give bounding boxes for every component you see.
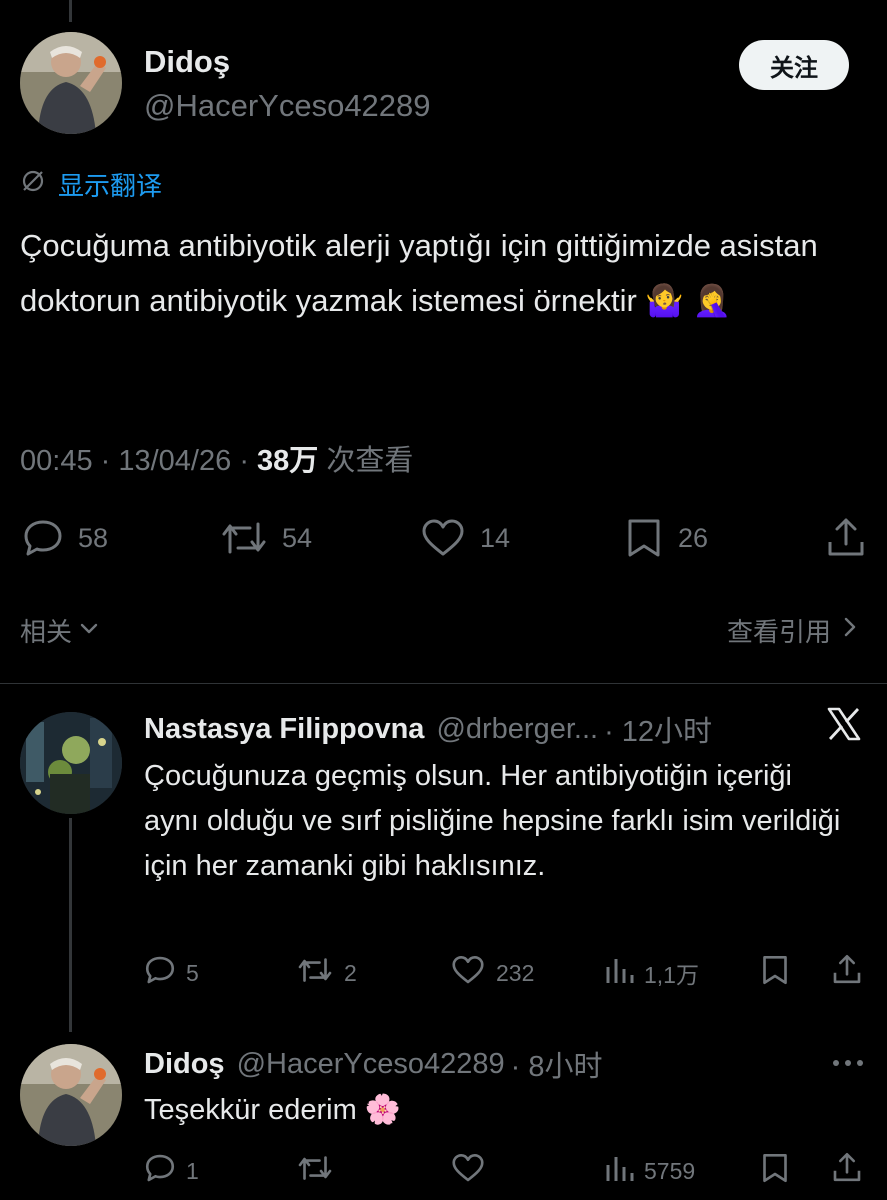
like-icon bbox=[450, 955, 486, 991]
bookmark-button[interactable]: 26 bbox=[624, 518, 708, 558]
related-filter[interactable]: 相关 bbox=[20, 612, 100, 649]
chevron-right-icon bbox=[841, 615, 859, 646]
reply-time[interactable]: · 8小时 bbox=[511, 1043, 603, 1085]
share-button[interactable] bbox=[832, 1151, 862, 1189]
more-icon[interactable] bbox=[830, 1056, 866, 1074]
translate-icon bbox=[20, 168, 46, 201]
bookmark-button[interactable] bbox=[760, 1153, 790, 1189]
reply-count: 5 bbox=[186, 959, 199, 986]
follow-button[interactable]: 关注 bbox=[739, 40, 849, 90]
reply-button[interactable]: 5 bbox=[144, 955, 199, 991]
share-icon bbox=[826, 516, 866, 558]
thread-line-reply bbox=[69, 818, 72, 1032]
author-name[interactable]: Didoş bbox=[144, 1048, 225, 1081]
bookmark-icon bbox=[760, 955, 790, 991]
author-name[interactable]: Nastasya Filippovna bbox=[144, 713, 424, 746]
author-handle[interactable]: @HacerYceso42289 bbox=[237, 1048, 505, 1081]
reply-header: Didoş @HacerYceso42289 · 8小时 bbox=[144, 1043, 602, 1085]
share-icon bbox=[832, 953, 862, 991]
reply-count: 58 bbox=[78, 522, 109, 553]
thread-line-top bbox=[69, 0, 72, 22]
bookmark-button[interactable] bbox=[760, 955, 790, 991]
reply-time[interactable]: · 12小时 bbox=[604, 708, 712, 750]
reply-text: Teşekkür ederim 🌸 bbox=[144, 1094, 401, 1126]
retweet-icon bbox=[220, 518, 268, 558]
like-icon bbox=[450, 1153, 486, 1189]
translate-label: 显示翻译 bbox=[58, 171, 163, 201]
tweet-time[interactable]: 00:45 bbox=[20, 445, 93, 477]
reply-button[interactable]: 1 bbox=[144, 1153, 199, 1189]
views-count: 1,1万 bbox=[644, 962, 699, 988]
tweet-text: Çocuğuma antibiyotik alerji yaptığı için… bbox=[20, 228, 818, 318]
retweet-icon bbox=[296, 955, 334, 991]
x-logo-icon[interactable] bbox=[826, 706, 862, 747]
bookmark-icon bbox=[760, 1153, 790, 1189]
retweet-icon bbox=[296, 1153, 334, 1189]
views-label: 次查看 bbox=[326, 445, 414, 477]
avatar[interactable] bbox=[20, 1044, 122, 1146]
views-count: 38万 bbox=[257, 445, 319, 477]
reply-count: 1 bbox=[186, 1157, 199, 1184]
tweet-meta: 00:45 · 13/04/26 · 38万 次查看 bbox=[20, 445, 414, 477]
avatar[interactable] bbox=[20, 712, 122, 814]
quotes-label: 查看引用 bbox=[726, 617, 831, 647]
views-count: 5759 bbox=[644, 1157, 696, 1184]
retweet-button[interactable] bbox=[296, 1153, 334, 1189]
view-quotes-link[interactable]: 查看引用 bbox=[727, 612, 859, 649]
share-button[interactable] bbox=[826, 516, 866, 558]
like-count: 14 bbox=[480, 522, 511, 553]
retweet-count: 54 bbox=[282, 522, 313, 553]
reply-header: Nastasya Filippovna @drberger... · 12小时 bbox=[144, 708, 712, 750]
views-button[interactable]: 1,1万 bbox=[604, 955, 699, 991]
retweet-button[interactable]: 54 bbox=[220, 518, 312, 558]
views-icon bbox=[604, 955, 634, 991]
related-label: 相关 bbox=[20, 617, 73, 647]
avatar[interactable] bbox=[20, 32, 122, 134]
reply-text: Çocuğunuza geçmiş olsun. Her antibiyotiğ… bbox=[144, 760, 841, 882]
reply-icon bbox=[22, 518, 64, 558]
share-button[interactable] bbox=[832, 953, 862, 991]
like-count: 232 bbox=[496, 959, 535, 986]
like-button[interactable] bbox=[450, 1153, 486, 1189]
views-icon bbox=[604, 1153, 634, 1189]
like-icon bbox=[420, 518, 466, 558]
bookmark-count: 26 bbox=[678, 522, 709, 553]
reply-icon bbox=[144, 955, 176, 991]
views-button[interactable]: 5759 bbox=[604, 1153, 695, 1189]
chevron-down-icon bbox=[78, 615, 100, 646]
divider bbox=[0, 683, 887, 684]
author-name[interactable]: Didoş bbox=[144, 44, 230, 80]
share-icon bbox=[832, 1151, 862, 1189]
retweet-button[interactable]: 2 bbox=[296, 955, 357, 991]
like-button[interactable]: 14 bbox=[420, 518, 510, 558]
tweet-date[interactable]: 13/04/26 bbox=[118, 445, 231, 477]
retweet-count: 2 bbox=[344, 959, 357, 986]
like-button[interactable]: 232 bbox=[450, 955, 534, 991]
author-handle[interactable]: @drberger... bbox=[436, 713, 598, 746]
author-handle[interactable]: @HacerYceso42289 bbox=[144, 88, 431, 124]
reply-icon bbox=[144, 1153, 176, 1189]
reply-button[interactable]: 58 bbox=[22, 518, 108, 558]
show-translation-link[interactable]: 显示翻译 bbox=[20, 166, 162, 203]
bookmark-icon bbox=[624, 518, 664, 558]
